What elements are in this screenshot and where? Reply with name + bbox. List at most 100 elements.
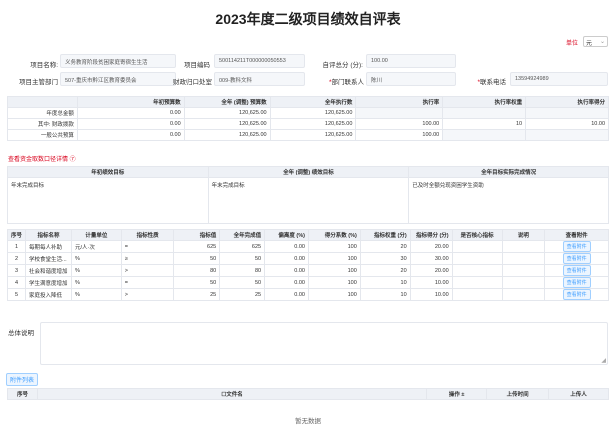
unit-select[interactable]: 元 ⌄ xyxy=(583,36,608,47)
budget-cell: 120,625.00 xyxy=(269,118,357,130)
self-score-label: 自评总分 (分): xyxy=(322,62,363,69)
indicator-cell: 0.00 xyxy=(264,252,309,265)
view-attachment-button[interactable]: 查看附件 xyxy=(562,253,591,264)
indicator-cell: > xyxy=(120,264,175,277)
indicator-cell: 20 xyxy=(359,264,411,277)
indicators-header: 得分系数 (%) xyxy=(307,229,361,241)
phone-field[interactable]: 13594924989 xyxy=(510,72,608,86)
contact-label: *部门联系人 xyxy=(328,79,364,86)
indicators-header: 指标得分 (分) xyxy=(409,229,453,241)
indicator-cell: 100 xyxy=(307,276,361,289)
table-row: 年末完成目标 年末完成目标 已及时全额兑现资困学生资助 xyxy=(7,177,609,224)
funding-details-link[interactable]: 查看资金取数口径详情 ⑦ xyxy=(8,154,76,163)
project-name-label: 项目名称: xyxy=(30,62,58,69)
budget-header: 执行率权重 xyxy=(442,96,527,108)
attachments-header-row: 序号 ☐文件名 操作 ± 上传时间 上传人 xyxy=(7,388,609,400)
indicator-cell: 20.00 xyxy=(409,240,453,253)
project-code-field[interactable]: 500114211T000000050553 xyxy=(214,54,305,68)
indicators-header: 是否核心指标 xyxy=(451,229,503,241)
indicator-cell: 50 xyxy=(219,252,266,265)
indicator-cell: 2 xyxy=(6,252,27,265)
indicator-cell: % xyxy=(71,288,122,301)
budget-cell xyxy=(525,107,609,119)
indicators-header: 指标性质 xyxy=(120,229,175,241)
indicator-cell: 10 xyxy=(359,276,411,289)
indicator-cell xyxy=(451,264,503,277)
budget-cell: 120,625.00 xyxy=(269,129,357,141)
indicator-cell: > xyxy=(120,288,175,301)
budget-table: 年初预算数 全年 (调整) 预算数 全年执行数 执行率 执行率权重 执行率得分 … xyxy=(7,96,609,141)
indicator-cell: 0.00 xyxy=(264,276,309,289)
indicators-header: 查看附件 xyxy=(544,229,609,241)
indicator-cell: 0.00 xyxy=(264,240,309,253)
indicators-header: 指标名称 xyxy=(25,229,72,241)
resize-handle-icon[interactable]: ◢ xyxy=(601,357,606,364)
indicator-cell: 100 xyxy=(307,288,361,301)
project-name-field[interactable]: 义务教育阶段贫困家庭寄宿生生活 xyxy=(60,54,176,68)
phone-label: *联系电话 xyxy=(477,79,506,86)
indicator-cell: 100 xyxy=(307,252,361,265)
indicator-cell xyxy=(501,264,546,277)
budget-cell xyxy=(525,129,609,141)
budget-cell: 其中: 财政拨款 xyxy=(7,118,78,130)
indicator-cell: 80 xyxy=(173,264,221,277)
budget-header: 全年执行数 xyxy=(269,96,357,108)
indicators-header: 说明 xyxy=(501,229,546,241)
budget-cell: 0.00 xyxy=(76,118,185,130)
finance-office-field[interactable]: 009-教科文科 xyxy=(214,72,305,86)
indicator-cell: % xyxy=(71,264,122,277)
goals-table: 年初绩效目标 全年 (调整) 绩效目标 全年目标实际完成情况 年末完成目标 年末… xyxy=(7,166,609,224)
indicator-cell: 30 xyxy=(359,252,411,265)
budget-cell: 10.00 xyxy=(525,118,609,130)
goals-cell: 年末完成目标 xyxy=(7,177,209,224)
budget-header xyxy=(7,96,78,108)
table-row: 1 每期每人补助 元/人·次 = 625 625 0.00 100 20 20.00 查看附件 xyxy=(6,240,609,253)
indicator-cell: 学生满意度增加 xyxy=(25,276,72,289)
chevron-down-icon: ⌄ xyxy=(599,39,605,45)
indicator-cell: 4 xyxy=(6,276,27,289)
view-attachment-button[interactable]: 查看附件 xyxy=(562,289,591,300)
dept-field[interactable]: 507-重庆市黔江区教育委员会 xyxy=(60,72,176,86)
budget-cell: 年度总金额 xyxy=(7,107,78,119)
contact-field[interactable]: 陈川 xyxy=(366,72,456,86)
indicator-cell: ≥ xyxy=(120,252,175,265)
goals-cell: 已及时全额兑现资困学生资助 xyxy=(408,177,609,224)
indicator-cell: 每期每人补助 xyxy=(25,240,72,253)
goals-header-row: 年初绩效目标 全年 (调整) 绩效目标 全年目标实际完成情况 xyxy=(7,166,609,178)
indicator-cell: % xyxy=(71,276,122,289)
budget-header: 执行率得分 xyxy=(525,96,609,108)
attachments-table: 序号 ☐文件名 操作 ± 上传时间 上传人 xyxy=(7,388,609,400)
indicator-cell: 元/人·次 xyxy=(71,240,122,253)
project-code-label: 项目编码 xyxy=(184,62,210,69)
budget-cell xyxy=(442,107,527,119)
indicator-cell xyxy=(451,252,503,265)
summary-textarea[interactable]: ◢ xyxy=(40,322,608,365)
indicator-cell: 50 xyxy=(173,276,221,289)
table-row: 其中: 财政拨款 0.00 120,625.00 120,625.00 100.… xyxy=(7,118,609,130)
self-score-field[interactable]: 100.00 xyxy=(366,54,456,68)
indicators-header: 全年完成值 xyxy=(219,229,266,241)
indicator-cell: 25 xyxy=(173,288,221,301)
indicator-cell: % xyxy=(71,252,122,265)
indicator-cell: 5 xyxy=(6,288,27,301)
goals-header: 年初绩效目标 xyxy=(7,166,209,178)
view-attachment-button[interactable]: 查看附件 xyxy=(562,277,591,288)
indicator-cell: 查看附件 xyxy=(544,240,609,253)
budget-header: 全年 (调整) 预算数 xyxy=(183,96,271,108)
indicators-header: 计量单位 xyxy=(71,229,122,241)
budget-cell: 100.00 xyxy=(355,129,444,141)
page-title: 2023年度二级项目绩效自评表 xyxy=(215,11,401,27)
attachments-header: ☐文件名 xyxy=(36,388,428,400)
indicators-header: 偏离度 (%) xyxy=(264,229,309,241)
budget-cell: 0.00 xyxy=(76,129,185,141)
view-attachment-button[interactable]: 查看附件 xyxy=(562,241,591,252)
sort-icon[interactable]: ± xyxy=(461,392,464,398)
indicator-cell xyxy=(451,288,503,301)
budget-cell: 120,625.00 xyxy=(183,118,271,130)
goals-cell: 年末完成目标 xyxy=(207,177,410,224)
table-row: 5 家庭投入降低% >25 25 0.00 100 10 10.00 查看附件 xyxy=(6,288,609,301)
attachment-list-button[interactable]: 附件列表 xyxy=(6,373,39,386)
unit-label: 单位 xyxy=(566,41,579,47)
view-attachment-button[interactable]: 查看附件 xyxy=(562,265,591,276)
indicators-table: 序号 指标名称 计量单位 指标性质 指标值 全年完成值 偏离度 (%) 得分系数… xyxy=(6,229,609,301)
